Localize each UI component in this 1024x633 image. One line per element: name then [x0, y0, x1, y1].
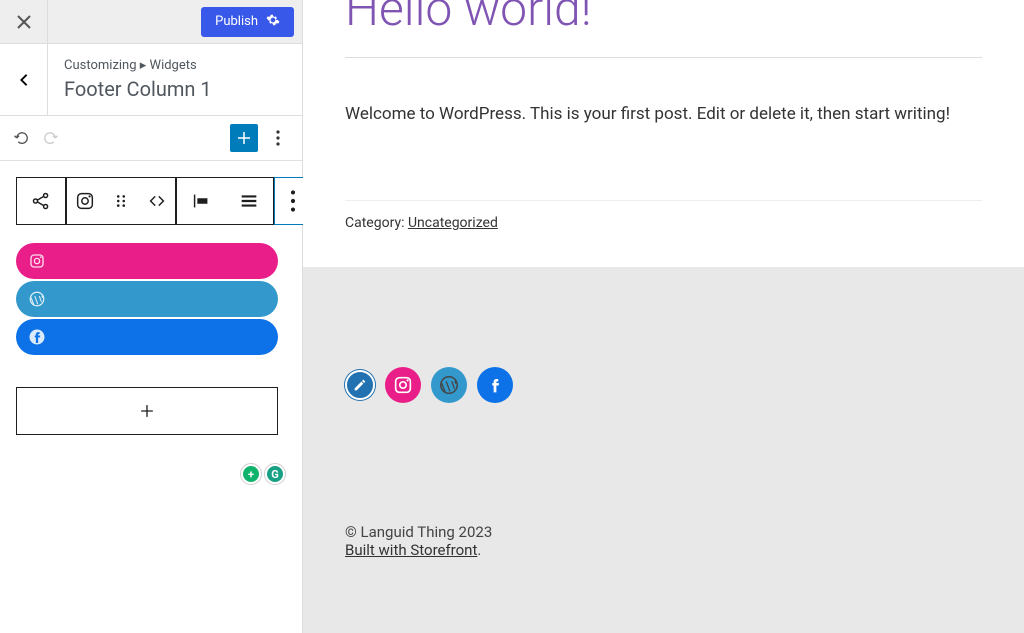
block-type-social-button[interactable] — [17, 178, 65, 224]
extension-badges: + G — [16, 463, 286, 485]
edit-shortcut-button[interactable] — [345, 370, 375, 400]
pencil-icon — [352, 377, 368, 393]
block-toolbar — [16, 177, 286, 225]
breadcrumb: Customizing ▸ Widgets — [64, 58, 286, 73]
redo-button — [40, 128, 60, 148]
post-content: Welcome to WordPress. This is your first… — [345, 57, 982, 144]
widget-editor: + G — [0, 161, 302, 501]
site-footer: © Languid Thing 2023 Built with Storefro… — [303, 267, 1024, 633]
social-icon-instagram-button[interactable] — [67, 178, 103, 224]
gear-icon — [266, 13, 280, 31]
drag-handle[interactable] — [103, 178, 139, 224]
add-block-button[interactable] — [230, 124, 258, 152]
instagram-icon — [74, 190, 96, 212]
back-button[interactable] — [0, 44, 48, 115]
more-vertical-icon — [282, 190, 304, 212]
category-link[interactable]: Uncategorized — [408, 215, 498, 231]
social-link-wordpress[interactable] — [16, 281, 278, 317]
publish-label: Publish — [215, 14, 258, 29]
chevrons-icon — [146, 190, 168, 212]
breadcrumb-row: Customizing ▸ Widgets Footer Column 1 — [0, 44, 302, 116]
badge-1[interactable]: + — [240, 463, 262, 485]
plus-icon — [137, 401, 157, 421]
facebook-icon — [484, 374, 506, 396]
instagram-icon — [28, 252, 46, 270]
justify-icon — [238, 190, 260, 212]
chevron-left-icon — [17, 73, 31, 87]
undo-icon — [13, 129, 31, 147]
footer-facebook-link[interactable] — [477, 367, 513, 403]
undo-button[interactable] — [12, 128, 32, 148]
align-left-button[interactable] — [177, 178, 225, 224]
align-left-icon — [190, 190, 212, 212]
post-meta: Category: Uncategorized — [345, 200, 982, 257]
footer-social-icons — [345, 367, 982, 403]
footer-credits: © Languid Thing 2023 Built with Storefro… — [345, 523, 982, 559]
footer-wordpress-link[interactable] — [431, 367, 467, 403]
badge-2[interactable]: G — [264, 463, 286, 485]
drag-icon — [110, 190, 132, 212]
share-icon — [30, 190, 52, 212]
site-preview: Hello world! Welcome to WordPress. This … — [303, 0, 1024, 633]
post-title[interactable]: Hello world! — [345, 0, 982, 37]
social-link-facebook[interactable] — [16, 319, 278, 355]
redo-icon — [41, 129, 59, 147]
customizer-sidebar: Publish Customizing ▸ Widgets Footer Col… — [0, 0, 303, 633]
facebook-icon — [28, 328, 46, 346]
more-vertical-icon — [276, 130, 280, 146]
storefront-link[interactable]: Built with Storefront — [345, 541, 477, 559]
editor-toolbar — [0, 116, 302, 161]
footer-instagram-link[interactable] — [385, 367, 421, 403]
close-customizer-button[interactable] — [0, 0, 48, 44]
move-left-right-button[interactable] — [139, 178, 175, 224]
social-links-block[interactable] — [16, 243, 286, 357]
wordpress-icon — [438, 374, 460, 396]
wordpress-icon — [28, 290, 46, 308]
close-icon — [17, 15, 31, 29]
plus-icon — [235, 129, 253, 147]
publish-button[interactable]: Publish — [201, 7, 294, 37]
instagram-icon — [392, 374, 414, 396]
customizer-header: Publish — [0, 0, 302, 44]
add-widget-button[interactable] — [16, 387, 278, 435]
justify-button[interactable] — [225, 178, 273, 224]
editor-more-button[interactable] — [266, 124, 290, 152]
social-link-instagram[interactable] — [16, 243, 278, 279]
page-title: Footer Column 1 — [64, 77, 286, 101]
